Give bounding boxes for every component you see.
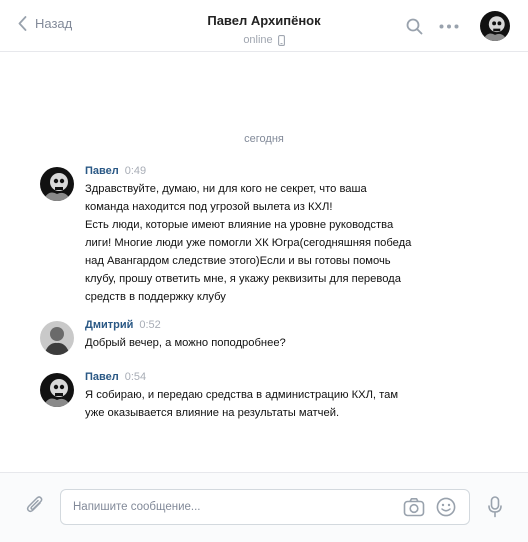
- message-input-box[interactable]: [60, 489, 470, 525]
- message-time: 0:49: [124, 165, 147, 177]
- message-item: Павел 0:49 Здравствуйте, думаю, ни для ко…: [40, 164, 510, 306]
- message-line: Здравствуйте, думаю, ни для кого не секр…: [85, 183, 367, 195]
- avatar-image: [40, 167, 74, 201]
- avatar-image: [480, 11, 510, 41]
- message-time: 0:52: [139, 319, 161, 331]
- header-avatar[interactable]: [480, 11, 510, 41]
- message-line: команда находится под угрозой вылета из …: [85, 201, 333, 213]
- message-text: Здравствуйте, думаю, ни для кого не секр…: [85, 180, 485, 306]
- message-author[interactable]: Павел: [85, 165, 119, 177]
- message-line: уже оказывается влияние на результаты ма…: [85, 407, 340, 419]
- conversation-title-block: Павел Архипёнок online: [0, 13, 528, 48]
- message-author[interactable]: Павел: [85, 371, 119, 383]
- microphone-icon[interactable]: [488, 496, 502, 518]
- message-line: клубу, прошу ответить мне, я укажу рекви…: [85, 273, 401, 285]
- message-item: Павел 0:54 Я собираю, и передаю средства …: [40, 370, 510, 422]
- message-meta: Дмитрий 0:52: [85, 318, 510, 332]
- message-history[interactable]: сегодня Павел 0:49 Здравствуйте, думаю, н…: [0, 52, 528, 472]
- online-status-text: online: [243, 34, 273, 46]
- avatar[interactable]: [40, 167, 74, 201]
- more-icon[interactable]: [439, 24, 459, 29]
- online-status: online: [243, 34, 285, 46]
- smile-icon[interactable]: [436, 497, 456, 517]
- avatar-image: [40, 373, 74, 407]
- message-time: 0:54: [124, 371, 147, 383]
- message-author[interactable]: Дмитрий: [85, 319, 133, 331]
- search-icon[interactable]: [406, 18, 423, 35]
- message-line: над Авангардом следствие этого)Если и вы…: [85, 255, 391, 267]
- message-line: лиги! Многие люди уже помогли ХК Югра(се…: [85, 237, 412, 249]
- date-divider: сегодня: [244, 133, 284, 145]
- message-meta: Павел 0:54: [85, 370, 510, 384]
- paperclip-icon[interactable]: [25, 494, 45, 516]
- avatar[interactable]: [40, 373, 74, 407]
- message-meta: Павел 0:49: [85, 164, 510, 178]
- message-line: Добрый вечер, а можно поподробнее?: [85, 337, 286, 349]
- message-item: Дмитрий 0:52 Добрый вечер, а можно поподр…: [40, 318, 510, 355]
- message-input[interactable]: [73, 490, 393, 524]
- phone-icon: [277, 34, 285, 46]
- message-text: Я собираю, и передаю средства в админист…: [85, 386, 485, 422]
- avatar[interactable]: [40, 321, 74, 355]
- message-text: Добрый вечер, а можно поподробнее?: [85, 334, 485, 352]
- avatar-image: [40, 321, 74, 355]
- message-line: Есть люди, которые имеют влияние на уров…: [85, 219, 394, 231]
- message-composer: [0, 472, 528, 542]
- chat-header: Назад Павел Архипёнок online: [0, 0, 528, 52]
- message-line: средств в поддержку клубу: [85, 291, 226, 303]
- camera-icon[interactable]: [403, 497, 425, 517]
- message-line: Я собираю, и передаю средства в админист…: [85, 389, 399, 401]
